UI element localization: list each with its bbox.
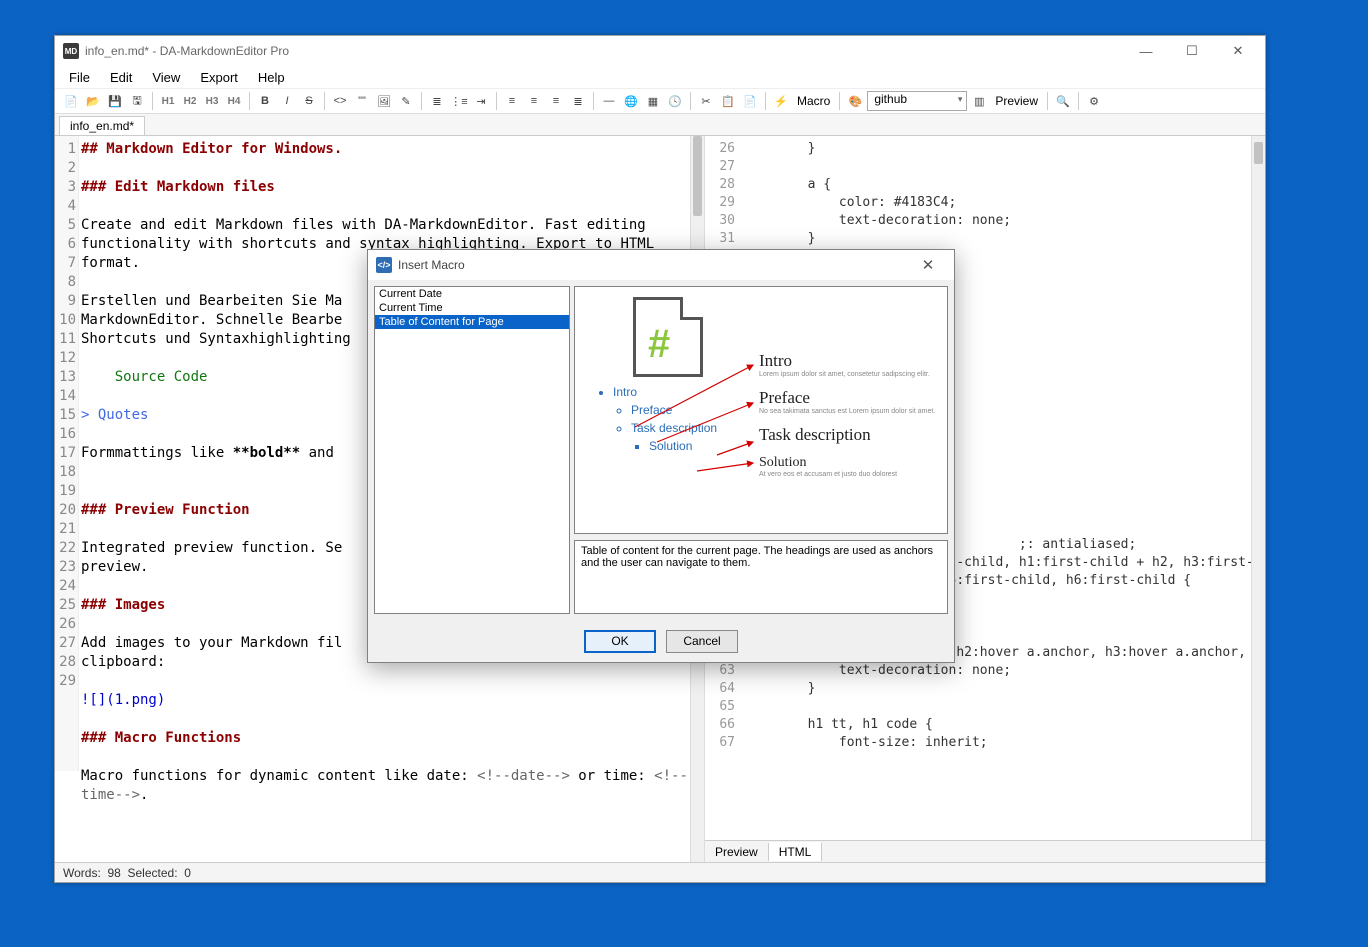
quote-icon[interactable]: "" [352, 91, 372, 111]
preview-headings: IntroLorem ipsum dolor sit amet, consete… [759, 351, 939, 488]
italic-button[interactable]: I [277, 91, 297, 111]
macro-list-item[interactable]: Current Date [375, 287, 569, 301]
heading-preface: Preface [759, 388, 810, 407]
separator [324, 92, 325, 110]
settings-icon[interactable]: ⚙ [1084, 91, 1104, 111]
highlight-icon[interactable]: ✎ [396, 91, 416, 111]
separator [690, 92, 691, 110]
subtext-solution: At vero eos et accusam et justo duo dolo… [759, 471, 939, 478]
ok-button[interactable]: OK [584, 630, 656, 653]
separator [421, 92, 422, 110]
minimize-button[interactable]: — [1123, 36, 1169, 66]
tab-preview[interactable]: Preview [705, 843, 769, 861]
dialog-icon: </> [376, 257, 392, 273]
separator [496, 92, 497, 110]
menu-help[interactable]: Help [250, 68, 293, 87]
list-ol-icon[interactable]: ⋮≡ [449, 91, 469, 111]
separator [593, 92, 594, 110]
open-file-icon[interactable]: 📂 [83, 91, 103, 111]
h4-button[interactable]: H4 [224, 91, 244, 111]
macro-label[interactable]: Macro [793, 94, 834, 108]
app-icon: MD [63, 43, 79, 59]
subtext-preface: No sea takimata sanctus est Lorem ipsum … [759, 408, 939, 415]
file-tabs: info_en.md* [55, 114, 1265, 136]
new-file-icon[interactable]: 📄 [61, 91, 81, 111]
dialog-titlebar: </> Insert Macro ✕ [368, 250, 954, 280]
preview-label[interactable]: Preview [991, 94, 1042, 108]
tab-html[interactable]: HTML [769, 842, 823, 861]
h2-button[interactable]: H2 [180, 91, 200, 111]
save-icon[interactable]: 💾 [105, 91, 125, 111]
words-value: 98 [107, 866, 120, 880]
theme-select[interactable]: github [867, 91, 967, 111]
separator [152, 92, 153, 110]
align-center-icon[interactable]: ≡ [524, 91, 544, 111]
strike-button[interactable]: S [299, 91, 319, 111]
document-hash-icon: # [633, 297, 703, 377]
paste-icon[interactable]: 📄 [740, 91, 760, 111]
macro-description: Table of content for the current page. T… [574, 540, 948, 614]
separator [765, 92, 766, 110]
preview-tabs: Preview HTML [705, 840, 1265, 862]
separator [1047, 92, 1048, 110]
menu-edit[interactable]: Edit [102, 68, 140, 87]
preview-toggle-icon[interactable]: ▥ [969, 91, 989, 111]
maximize-button[interactable]: ☐ [1169, 36, 1215, 66]
copy-icon[interactable]: 📋 [718, 91, 738, 111]
align-right-icon[interactable]: ≡ [546, 91, 566, 111]
heading-intro: Intro [759, 351, 792, 370]
statusbar: Words: 98 Selected: 0 [55, 862, 1265, 882]
menubar: File Edit View Export Help [55, 66, 1265, 88]
code-icon[interactable]: <> [330, 91, 350, 111]
macro-list-item[interactable]: Table of Content for Page [375, 315, 569, 329]
align-left-icon[interactable]: ≡ [502, 91, 522, 111]
image-icon[interactable]: 🖼 [374, 91, 394, 111]
selected-value: 0 [184, 866, 191, 880]
toolbar: 📄 📂 💾 🖫 H1 H2 H3 H4 B I S <> "" 🖼 ✎ ≣ ⋮≡… [55, 88, 1265, 114]
menu-view[interactable]: View [144, 68, 188, 87]
justify-icon[interactable]: ≣ [568, 91, 588, 111]
macro-preview: # Intro Preface Task description Solutio… [574, 286, 948, 534]
selected-label: Selected: [128, 866, 178, 880]
dialog-title: Insert Macro [398, 258, 908, 272]
heading-solution: Solution [759, 455, 806, 470]
heading-task: Task description [759, 425, 871, 444]
save-all-icon[interactable]: 🖫 [127, 91, 147, 111]
separator [1078, 92, 1079, 110]
file-tab[interactable]: info_en.md* [59, 116, 145, 135]
list-ul-icon[interactable]: ≣ [427, 91, 447, 111]
cut-icon[interactable]: ✂ [696, 91, 716, 111]
separator [839, 92, 840, 110]
separator [249, 92, 250, 110]
macro-list[interactable]: Current DateCurrent TimeTable of Content… [374, 286, 570, 614]
h1-button[interactable]: H1 [158, 91, 178, 111]
minus-icon[interactable]: — [599, 91, 619, 111]
insert-macro-dialog: </> Insert Macro ✕ Current DateCurrent T… [367, 249, 955, 663]
subtext-intro: Lorem ipsum dolor sit amet, consetetur s… [759, 371, 939, 378]
macro-icon[interactable]: ⚡ [771, 91, 791, 111]
close-button[interactable]: ✕ [1215, 36, 1261, 66]
search-icon[interactable]: 🔍 [1053, 91, 1073, 111]
indent-icon[interactable]: ⇥ [471, 91, 491, 111]
theme-icon[interactable]: 🎨 [845, 91, 865, 111]
macro-list-item[interactable]: Current Time [375, 301, 569, 315]
menu-file[interactable]: File [61, 68, 98, 87]
titlebar: MD info_en.md* - DA-MarkdownEditor Pro —… [55, 36, 1265, 66]
preview-scrollbar[interactable] [1251, 136, 1265, 840]
globe-icon[interactable]: 🌐 [621, 91, 641, 111]
table-icon[interactable]: ▦ [643, 91, 663, 111]
bold-button[interactable]: B [255, 91, 275, 111]
words-label: Words: [63, 866, 101, 880]
cancel-button[interactable]: Cancel [666, 630, 738, 653]
h3-button[interactable]: H3 [202, 91, 222, 111]
window-title: info_en.md* - DA-MarkdownEditor Pro [85, 44, 1123, 58]
menu-export[interactable]: Export [192, 68, 246, 87]
clock-icon[interactable]: 🕓 [665, 91, 685, 111]
dialog-close-button[interactable]: ✕ [908, 252, 948, 278]
line-gutter: 1234567891011121314151617181920212223242… [55, 136, 79, 771]
